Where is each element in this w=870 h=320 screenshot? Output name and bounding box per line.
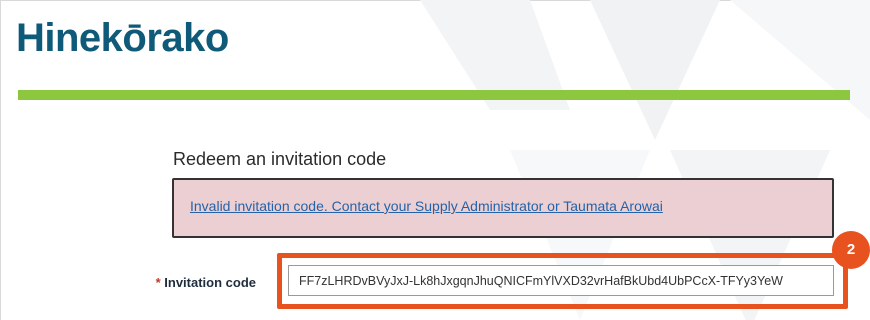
- page: Hinekōrako Redeem an invitation code Inv…: [0, 0, 870, 320]
- error-message-link[interactable]: Invalid invitation code. Contact your Su…: [190, 198, 663, 214]
- invitation-code-label-text: Invitation code: [164, 275, 256, 290]
- accent-bar: [18, 90, 850, 100]
- error-alert: Invalid invitation code. Contact your Su…: [172, 178, 834, 238]
- left-border: [0, 0, 1, 320]
- invitation-code-label: * Invitation code: [150, 271, 256, 295]
- required-marker: *: [155, 275, 161, 290]
- step-number-badge: 2: [832, 231, 870, 269]
- brand-title: Hinekōrako: [16, 16, 229, 60]
- invitation-code-input[interactable]: [288, 265, 834, 296]
- section-heading: Redeem an invitation code: [173, 149, 387, 169]
